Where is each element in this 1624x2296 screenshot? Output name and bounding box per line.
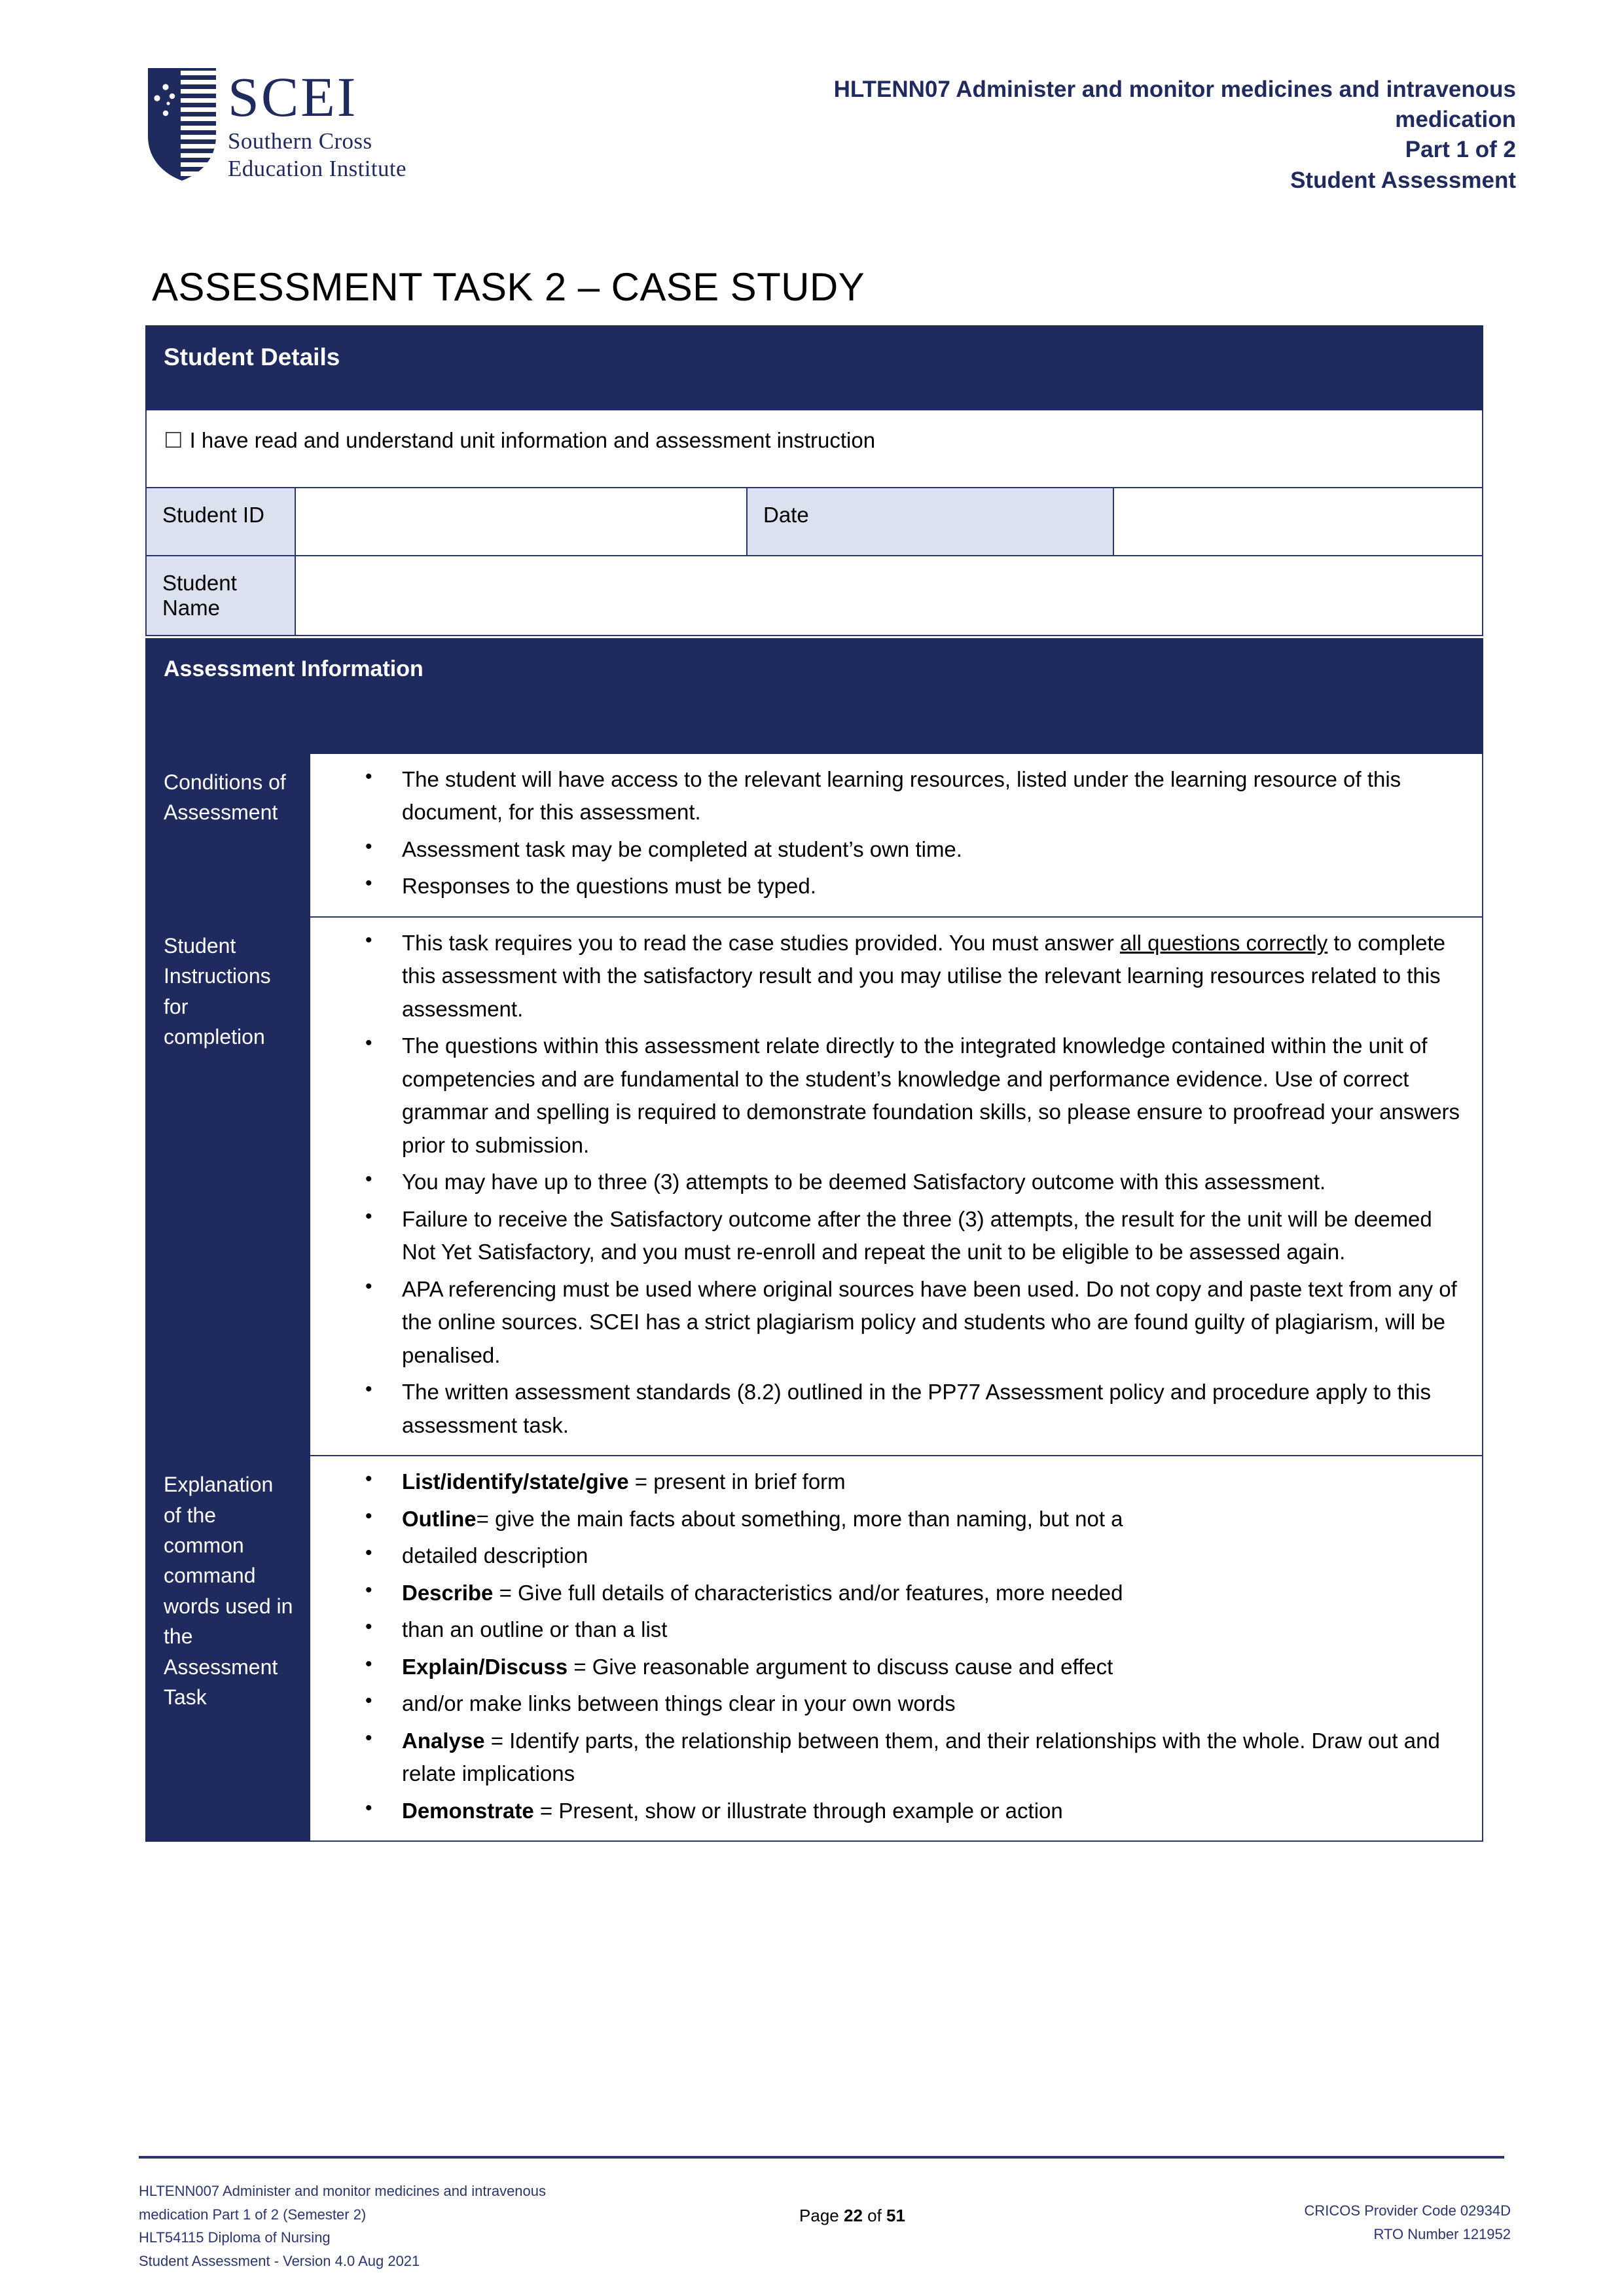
student-name-input-cell[interactable] bbox=[294, 555, 1484, 636]
student-id-input-cell[interactable] bbox=[295, 487, 748, 556]
student-details-header-cell: Student Details bbox=[145, 325, 1484, 410]
list-item: Assessment task may be completed at stud… bbox=[365, 832, 1462, 866]
table-row: Conditions of Assessment The student wil… bbox=[145, 753, 1484, 918]
student-name-label: Student Name bbox=[162, 571, 237, 620]
table-row: Student ID Date bbox=[145, 487, 1484, 556]
footer-divider bbox=[139, 2156, 1504, 2159]
conditions-of-assessment-list: The student will have access to the rele… bbox=[318, 762, 1462, 903]
list-item: Analyse = Identify parts, the relationsh… bbox=[365, 1723, 1462, 1791]
scei-shield-icon bbox=[145, 65, 219, 183]
logo-line-2: Education Institute bbox=[228, 156, 406, 181]
document-footer: HLTENN007 Administer and monitor medicin… bbox=[139, 2179, 1513, 2273]
declaration-cell: ☐ I have read and understand unit informa… bbox=[145, 409, 1484, 488]
list-item: detailed description bbox=[365, 1538, 1462, 1572]
table-row: Assessment Information bbox=[145, 638, 1484, 754]
footer-rto-number: RTO Number 121952 bbox=[1373, 2225, 1511, 2242]
declaration-checkbox[interactable]: ☐ bbox=[164, 428, 183, 452]
list-item: APA referencing must be used where origi… bbox=[365, 1272, 1462, 1372]
assessment-information-header-cell: Assessment Information bbox=[145, 638, 1484, 754]
table-row: ☐ I have read and understand unit informa… bbox=[145, 409, 1484, 488]
student-name-label-cell: Student Name bbox=[145, 555, 296, 636]
scei-logo-text: SCEI Southern Cross Education Institute bbox=[228, 69, 406, 180]
table-row: Explanation of the common command words … bbox=[145, 1455, 1484, 1842]
declaration-label: I have read and understand unit informat… bbox=[189, 428, 876, 452]
logo-line-1: Southern Cross bbox=[228, 128, 372, 154]
page-title: ASSESSMENT TASK 2 – CASE STUDY bbox=[152, 265, 865, 309]
footer-left: HLTENN007 Administer and monitor medicin… bbox=[139, 2179, 682, 2273]
conditions-of-assessment-content-cell: The student will have access to the rele… bbox=[308, 753, 1484, 918]
footer-cricos-code: CRICOS Provider Code 02934D bbox=[1304, 2202, 1511, 2219]
list-item: and/or make links between things clear i… bbox=[365, 1686, 1462, 1720]
scei-logo: SCEI Southern Cross Education Institute bbox=[145, 63, 512, 183]
table-row: Student Name bbox=[145, 555, 1484, 636]
list-item: The written assessment standards (8.2) o… bbox=[365, 1374, 1462, 1442]
student-id-value[interactable] bbox=[296, 488, 746, 555]
document-header: SCEI Southern Cross Education Institute … bbox=[145, 63, 1520, 196]
student-id-label: Student ID bbox=[162, 503, 264, 527]
footer-left-line-3: HLT54115 Diploma of Nursing bbox=[139, 2229, 331, 2246]
table-row: Student Details bbox=[145, 325, 1484, 410]
footer-left-line-1: HLTENN007 Administer and monitor medicin… bbox=[139, 2183, 547, 2199]
student-instructions-label-cell: Student Instructions for completion bbox=[145, 916, 310, 1457]
list-item: than an outline or than a list bbox=[365, 1612, 1462, 1646]
header-unit-title: HLTENN07 Administer and monitor medicine… bbox=[512, 63, 1520, 196]
page-total: 51 bbox=[886, 2206, 905, 2225]
list-item: The student will have access to the rele… bbox=[365, 762, 1462, 829]
header-title-line-2: medication bbox=[1395, 107, 1516, 133]
student-instructions-label: Student Instructions for completion bbox=[164, 933, 271, 1049]
list-item: You may have up to three (3) attempts to… bbox=[365, 1164, 1462, 1198]
date-label-cell: Date bbox=[746, 487, 1114, 556]
student-instructions-content-cell: This task requires you to read the case … bbox=[308, 916, 1484, 1457]
list-item: List/identify/state/give = present in br… bbox=[365, 1464, 1462, 1498]
student-id-label-cell: Student ID bbox=[145, 487, 296, 556]
header-title-line-4: Student Assessment bbox=[1290, 167, 1516, 193]
logo-acronym: SCEI bbox=[228, 65, 358, 128]
footer-right: CRICOS Provider Code 02934D RTO Number 1… bbox=[1022, 2179, 1513, 2246]
list-item: Describe = Give full details of characte… bbox=[365, 1575, 1462, 1609]
list-item: Demonstrate = Present, show or illustrat… bbox=[365, 1793, 1462, 1827]
footer-left-line-2: medication Part 1 of 2 (Semester 2) bbox=[139, 2206, 367, 2223]
list-item: Explain/Discuss = Give reasonable argume… bbox=[365, 1649, 1462, 1683]
list-item: Responses to the questions must be typed… bbox=[365, 869, 1462, 903]
conditions-of-assessment-label-cell: Conditions of Assessment bbox=[145, 753, 310, 918]
command-words-label-cell: Explanation of the common command words … bbox=[145, 1455, 310, 1842]
student-instructions-list: This task requires you to read the case … bbox=[318, 925, 1462, 1442]
date-value[interactable] bbox=[1114, 488, 1482, 555]
page-middle: of bbox=[862, 2206, 887, 2225]
date-input-cell[interactable] bbox=[1112, 487, 1484, 556]
student-details-title: Student Details bbox=[164, 344, 340, 370]
list-item: The questions within this assessment rel… bbox=[365, 1028, 1462, 1162]
header-title-line-3: Part 1 of 2 bbox=[1405, 137, 1516, 163]
command-words-content-cell: List/identify/state/give = present in br… bbox=[308, 1455, 1484, 1842]
page-prefix: Page bbox=[799, 2206, 844, 2225]
list-item: Failure to receive the Satisfactory outc… bbox=[365, 1202, 1462, 1269]
command-words-list: List/identify/state/give = present in br… bbox=[318, 1464, 1462, 1827]
date-label: Date bbox=[763, 503, 809, 527]
footer-page-number: Page 22 of 51 bbox=[682, 2179, 1022, 2229]
document-page: SCEI Southern Cross Education Institute … bbox=[0, 0, 1624, 2296]
assessment-information-title: Assessment Information bbox=[164, 656, 424, 681]
student-details-table: Student Details ☐ I have read and underst… bbox=[145, 325, 1484, 636]
assessment-information-table: Assessment Information Conditions of Ass… bbox=[145, 638, 1484, 1842]
page-current: 22 bbox=[843, 2206, 863, 2225]
table-row: Student Instructions for completion This… bbox=[145, 916, 1484, 1457]
conditions-of-assessment-label: Conditions of Assessment bbox=[164, 770, 286, 825]
command-words-label: Explanation of the common command words … bbox=[164, 1473, 293, 1709]
header-title-line-1: HLTENN07 Administer and monitor medicine… bbox=[833, 77, 1516, 102]
list-item: Outline= give the main facts about somet… bbox=[365, 1501, 1462, 1535]
footer-left-line-4: Student Assessment - Version 4.0 Aug 202… bbox=[139, 2252, 420, 2269]
student-name-value[interactable] bbox=[296, 556, 1482, 623]
list-item: This task requires you to read the case … bbox=[365, 925, 1462, 1026]
